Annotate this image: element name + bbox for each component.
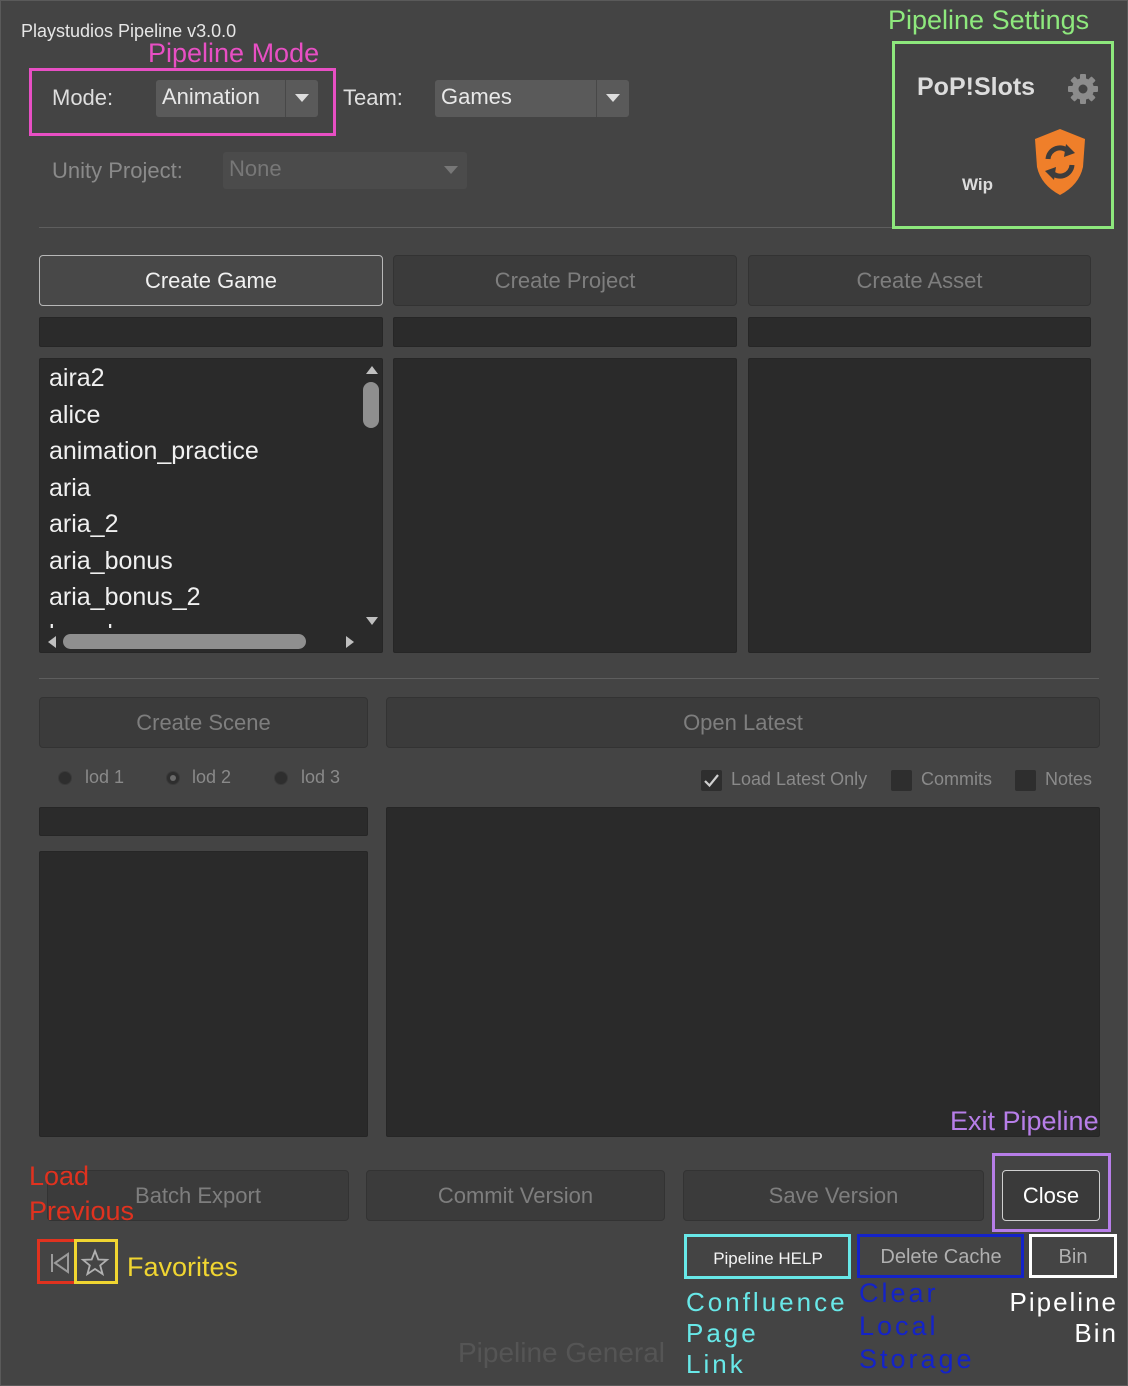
unity-project-dropdown[interactable]: None <box>223 152 467 189</box>
team-dropdown[interactable]: Games <box>435 80 629 117</box>
annotation-box-pink <box>29 68 336 136</box>
load-latest-only-label: Load Latest Only <box>731 769 868 789</box>
lod2-label: lod 2 <box>192 767 232 787</box>
team-label: Team: <box>343 85 403 110</box>
scroll-right-icon[interactable] <box>346 636 354 648</box>
scroll-thumb[interactable] <box>363 382 379 428</box>
game-filter-input[interactable] <box>39 317 383 347</box>
list-item[interactable]: aira2 <box>40 360 360 397</box>
asset-filter-input[interactable] <box>748 317 1091 347</box>
annotation-clear-line2: Local <box>859 1311 939 1341</box>
annotation-pipeline-bin-line2: Bin <box>1074 1318 1118 1348</box>
list-item[interactable]: aria_bonus <box>40 543 360 580</box>
commits-checkbox[interactable] <box>891 770 912 791</box>
create-scene-button[interactable]: Create Scene <box>39 697 368 748</box>
notes-checkbox[interactable] <box>1015 770 1036 791</box>
scroll-up-icon[interactable] <box>366 366 378 374</box>
lod1-label: lod 1 <box>85 767 125 787</box>
vertical-scrollbar[interactable] <box>361 359 382 633</box>
annotation-box-white <box>1029 1234 1117 1278</box>
scene-filter-input[interactable] <box>39 807 368 836</box>
annotation-box-green <box>892 41 1114 229</box>
annotation-confluence-line2: Page <box>686 1318 759 1348</box>
list-item[interactable]: aria_bonus_2 <box>40 579 360 616</box>
annotation-box-blue <box>857 1234 1024 1278</box>
unity-project-value: None <box>229 156 282 181</box>
list-item[interactable]: board <box>40 616 360 629</box>
project-filter-input[interactable] <box>393 317 737 347</box>
load-latest-only-checkbox[interactable] <box>701 770 722 791</box>
lod2-radio[interactable] <box>166 771 180 785</box>
team-value: Games <box>441 84 512 109</box>
games-list[interactable]: aira2 alice animation_practice aria aria… <box>39 358 383 653</box>
list-item[interactable]: alice <box>40 397 360 434</box>
unity-project-label: Unity Project: <box>52 158 183 183</box>
annotation-pipeline-bin-line1: Pipeline <box>1009 1287 1118 1317</box>
commit-version-button[interactable]: Commit Version <box>366 1170 665 1221</box>
scroll-left-icon[interactable] <box>48 636 56 648</box>
annotation-load-previous-line2: Previous <box>29 1196 135 1226</box>
chevron-down-icon <box>435 152 467 189</box>
scroll-down-icon[interactable] <box>366 617 378 625</box>
scroll-thumb[interactable] <box>63 634 306 649</box>
lod1-radio[interactable] <box>58 771 72 785</box>
lod3-radio[interactable] <box>274 771 288 785</box>
list-item[interactable]: animation_practice <box>40 433 360 470</box>
annotation-clear-line3: Storage <box>859 1344 975 1374</box>
notes-label: Notes <box>1045 769 1093 789</box>
separator <box>39 678 1099 679</box>
checkmark-icon <box>704 774 719 788</box>
footer-label: Pipeline General <box>458 1337 666 1368</box>
annotation-box-yellow <box>74 1239 118 1284</box>
commits-label: Commits <box>921 769 992 789</box>
annotation-confluence-line3: Link <box>686 1349 746 1379</box>
assets-list[interactable] <box>748 358 1091 653</box>
save-version-button[interactable]: Save Version <box>683 1170 984 1221</box>
lod3-label: lod 3 <box>301 767 341 787</box>
annotation-load-previous-line1: Load <box>29 1161 90 1191</box>
annotation-box-purple <box>992 1153 1111 1232</box>
create-project-button[interactable]: Create Project <box>393 255 737 306</box>
annotation-confluence-line1: Confluence <box>686 1287 848 1317</box>
create-asset-button[interactable]: Create Asset <box>748 255 1091 306</box>
pipeline-window: Playstudios Pipeline v3.0.0 Mode: Animat… <box>0 0 1128 1386</box>
open-latest-button[interactable]: Open Latest <box>386 697 1100 748</box>
list-item[interactable]: aria_2 <box>40 506 360 543</box>
scenes-list[interactable] <box>39 851 368 1137</box>
annotation-exit-pipeline: Exit Pipeline <box>950 1106 1099 1136</box>
annotation-box-cyan <box>684 1234 851 1279</box>
list-item[interactable]: aria <box>40 470 360 507</box>
versions-panel[interactable] <box>386 807 1100 1137</box>
annotation-clear-line1: Clear <box>859 1278 939 1308</box>
projects-list[interactable] <box>393 358 737 653</box>
horizontal-scrollbar[interactable] <box>40 631 361 652</box>
annotation-box-red <box>37 1239 77 1284</box>
create-game-button[interactable]: Create Game <box>39 255 383 306</box>
chevron-down-icon <box>596 80 629 117</box>
annotation-favorites: Favorites <box>127 1252 239 1282</box>
annotation-pipeline-settings: Pipeline Settings <box>888 5 1090 35</box>
annotation-pipeline-mode: Pipeline Mode <box>148 38 320 68</box>
